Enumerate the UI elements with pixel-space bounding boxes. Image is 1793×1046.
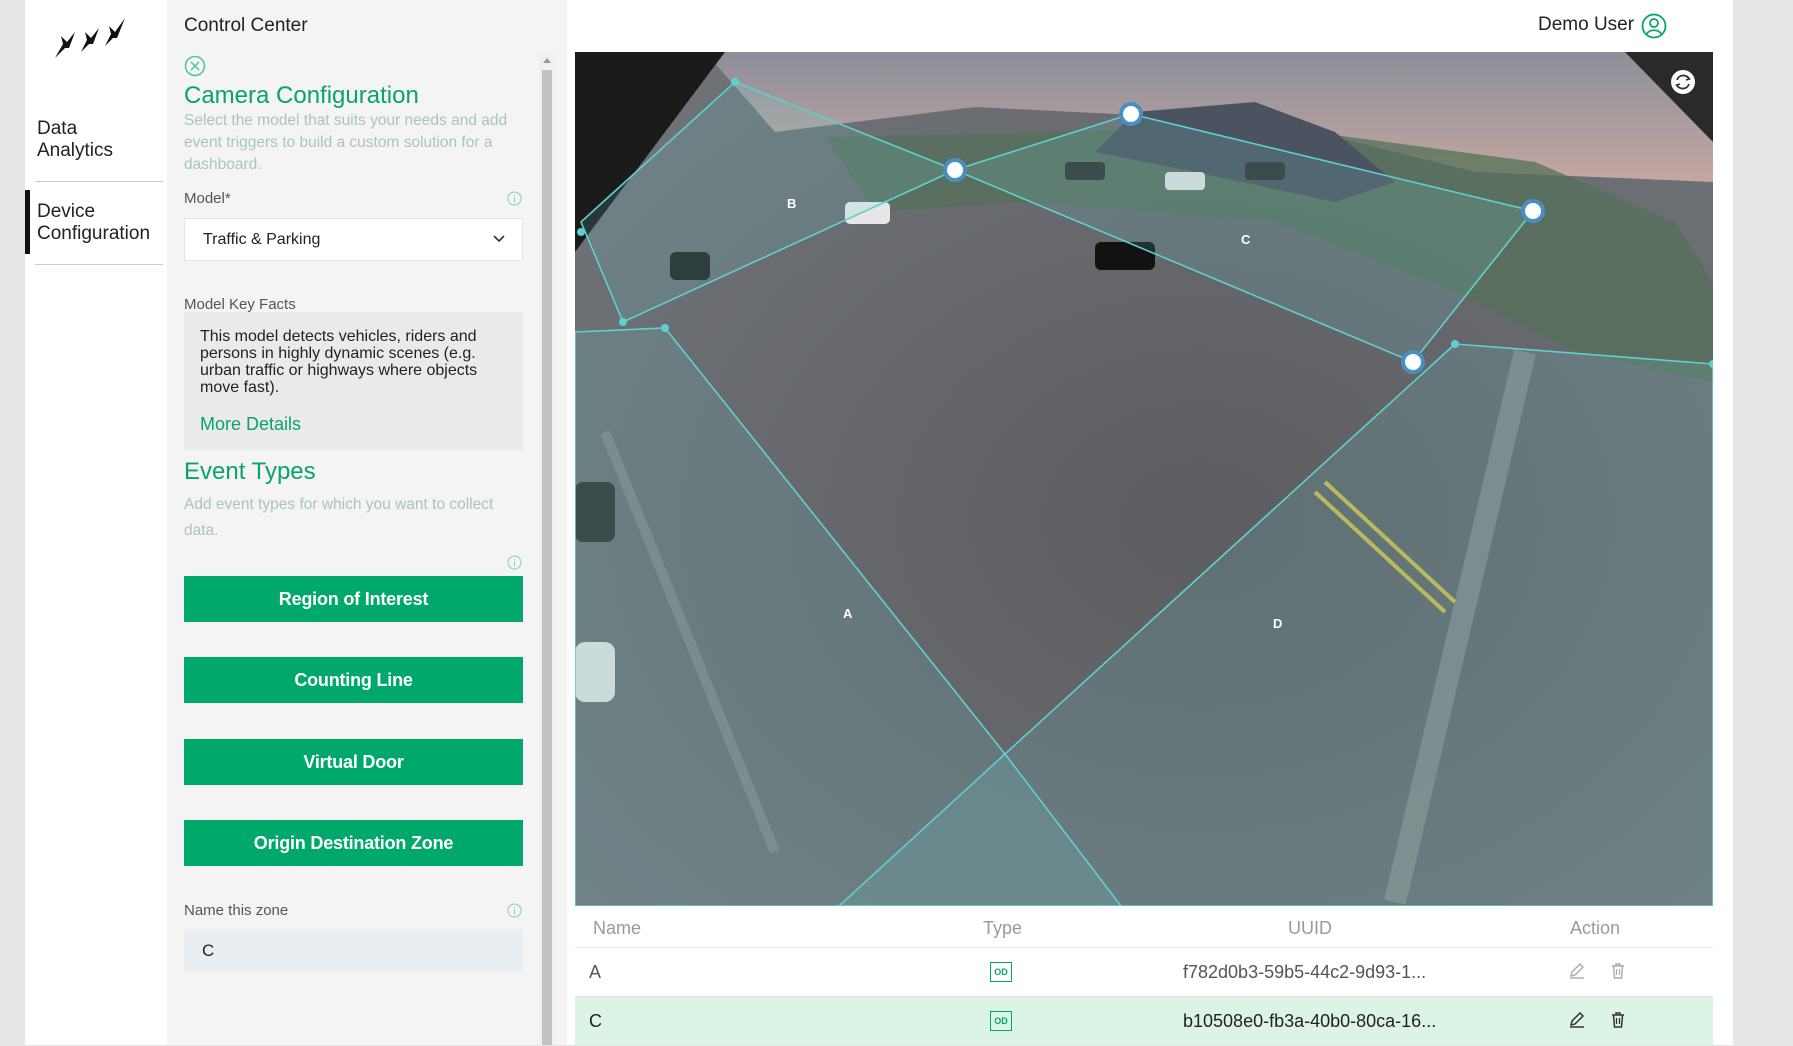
panel-scrollbar[interactable]	[539, 52, 555, 1045]
table-row-selected[interactable]: C OD b10508e0-fb3a-40b0-80ca-16...	[575, 997, 1713, 1046]
table-row[interactable]: A OD f782d0b3-59b5-44c2-9d93-1...	[575, 948, 1713, 997]
zone-handle[interactable]	[1521, 199, 1545, 223]
scroll-up-icon[interactable]	[543, 58, 551, 63]
zone-handle[interactable]	[943, 158, 967, 182]
delete-icon[interactable]	[1609, 962, 1627, 980]
row-name: C	[589, 1011, 602, 1031]
camera-config-subtitle: Select the model that suits your needs a…	[184, 112, 508, 173]
camera-view[interactable]: A B C D	[575, 52, 1713, 906]
zone-name-label: Name this zone	[184, 902, 289, 919]
left-nav: Data Analytics Device Configuration	[25, 0, 167, 1045]
zones-table: Name Type UUID Action A OD f782d0b3-59b5…	[575, 906, 1713, 1046]
model-facts-text: This model detects vehicles, riders and …	[200, 328, 478, 396]
nav-item-data-analytics[interactable]: Data Analytics	[35, 118, 135, 162]
delete-icon[interactable]	[1609, 1011, 1627, 1029]
zone-label-a: A	[843, 606, 853, 621]
counting-line-button[interactable]: Counting Line	[184, 657, 523, 703]
column-header-type: Type	[983, 918, 1023, 938]
refresh-icon[interactable]	[1669, 68, 1697, 96]
row-uuid: b10508e0-fb3a-40b0-80ca-16...	[1183, 1011, 1437, 1031]
page-title: Control Center	[184, 15, 308, 36]
table-header: Name Type UUID Action	[575, 906, 1713, 948]
virtual-door-button[interactable]: Virtual Door	[184, 739, 523, 785]
region-of-interest-button[interactable]: Region of Interest	[184, 576, 523, 622]
app: Data Analytics Device Configuration Cont…	[25, 0, 1733, 1046]
camera-config-title: Camera Configuration	[184, 82, 419, 109]
config-panel: Control Center Camera Configuration Sele…	[167, 0, 567, 1045]
zone-label-c: C	[1241, 232, 1251, 247]
nav-item-device-configuration[interactable]: Device Configuration	[35, 201, 155, 245]
zone-label-d: D	[1273, 616, 1282, 631]
nav-divider	[35, 264, 163, 265]
row-uuid: f782d0b3-59b5-44c2-9d93-1...	[1183, 962, 1427, 982]
column-header-uuid: UUID	[1288, 918, 1332, 938]
zone-handle[interactable]	[1119, 102, 1143, 126]
zone-label-b: B	[787, 196, 796, 211]
info-icon[interactable]	[507, 191, 522, 206]
column-header-action: Action	[1570, 918, 1621, 938]
row-name: A	[589, 962, 602, 982]
user-avatar-icon[interactable]	[1641, 13, 1667, 39]
model-facts-box: This model detects vehicles, riders and …	[184, 312, 523, 450]
model-facts-label: Model Key Facts	[184, 296, 296, 313]
info-icon[interactable]	[507, 903, 522, 918]
chevron-down-icon	[493, 235, 505, 243]
edit-icon[interactable]	[1568, 962, 1586, 980]
model-label: Model*	[184, 190, 231, 207]
birds-logo-icon	[55, 18, 125, 58]
info-icon[interactable]	[507, 555, 522, 570]
event-types-title: Event Types	[184, 458, 316, 485]
nav-active-indicator	[25, 190, 30, 254]
model-select[interactable]: Traffic & Parking	[184, 218, 523, 261]
camera-canvas[interactable]: A B C D	[575, 52, 1713, 906]
close-icon[interactable]	[184, 55, 206, 77]
origin-destination-zone-button[interactable]: Origin Destination Zone	[184, 820, 523, 866]
od-badge-icon: OD	[990, 962, 1012, 982]
edit-icon[interactable]	[1568, 1011, 1586, 1029]
event-types-subtitle: Add event types for which you want to co…	[184, 496, 494, 539]
model-select-value: Traffic & Parking	[203, 231, 321, 248]
zone-name-input[interactable]	[184, 929, 523, 973]
scroll-thumb[interactable]	[542, 70, 552, 1045]
more-details-link[interactable]: More Details	[200, 414, 507, 435]
zone-handle[interactable]	[1401, 350, 1425, 374]
column-header-name: Name	[593, 918, 642, 938]
od-badge-icon: OD	[990, 1011, 1012, 1031]
nav-divider	[35, 181, 163, 182]
user-name[interactable]: Demo User	[1538, 14, 1634, 36]
